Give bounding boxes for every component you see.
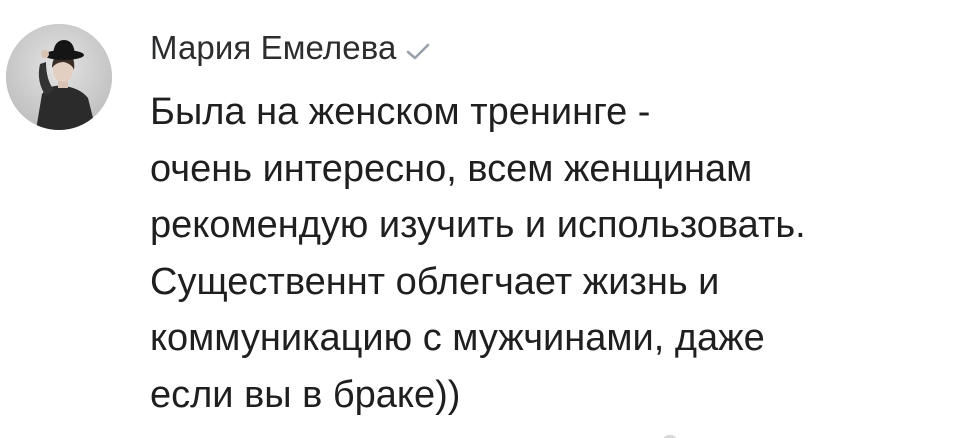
- partial-element: [664, 435, 676, 438]
- author-name[interactable]: Мария Емелева: [150, 24, 396, 72]
- avatar[interactable]: [6, 24, 112, 130]
- author-row: Мария Емелева: [150, 24, 431, 72]
- comment: Мария Емелева Была на женском тренинге -…: [0, 0, 967, 438]
- comment-text: Была на женском тренинге - очень интерес…: [150, 91, 806, 416]
- user-avatar-icon: [6, 24, 112, 130]
- checkmark-icon: [407, 43, 430, 60]
